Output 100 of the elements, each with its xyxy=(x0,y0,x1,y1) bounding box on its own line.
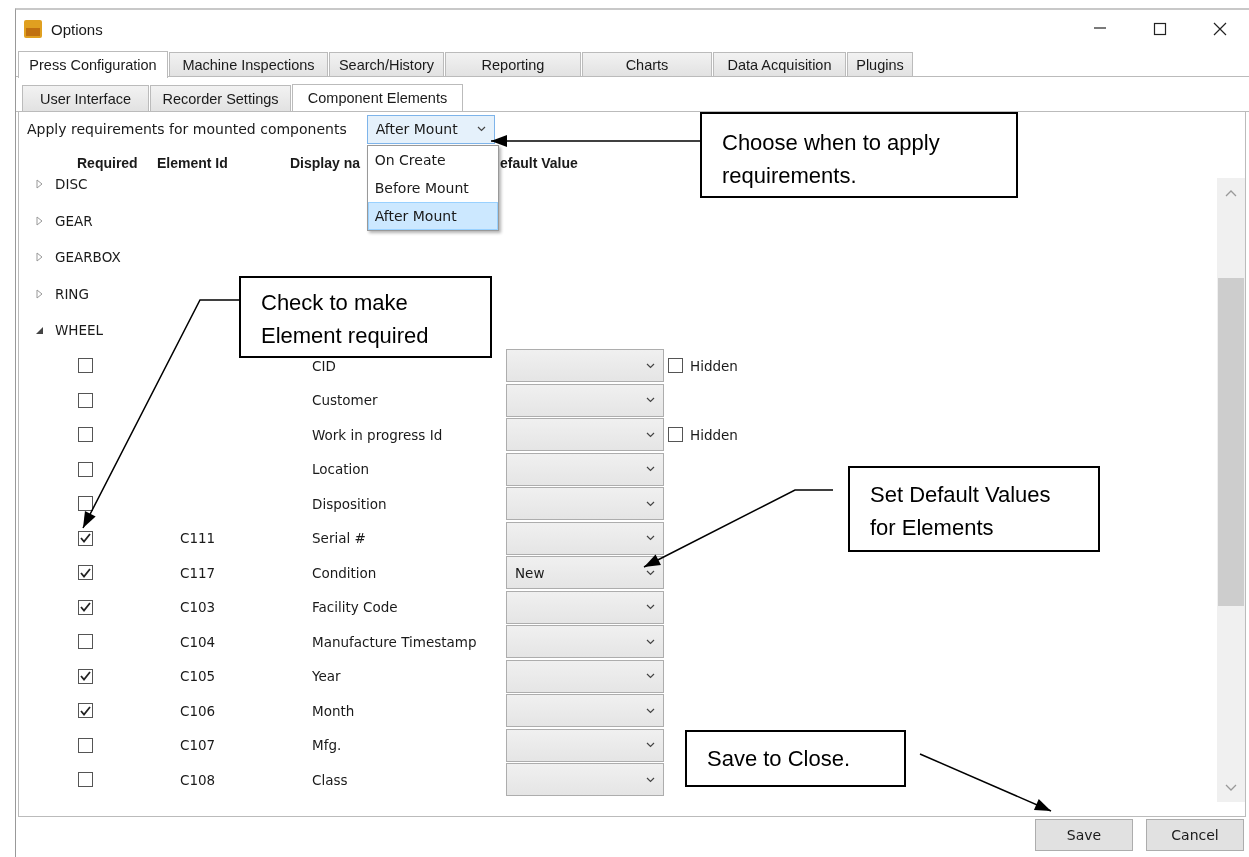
checkbox[interactable] xyxy=(78,668,93,684)
element-id: C103 xyxy=(180,599,217,616)
checkbox[interactable] xyxy=(78,358,93,374)
display-name: Month xyxy=(312,702,356,719)
checkbox-label: Hidden xyxy=(690,357,738,374)
tab[interactable]: Reporting xyxy=(445,52,581,76)
checkbox[interactable] xyxy=(78,530,93,546)
tree-label: WHEEL xyxy=(55,322,104,339)
scroll-up-icon[interactable] xyxy=(1225,189,1237,197)
dropdown-field[interactable] xyxy=(506,590,664,624)
checkbox[interactable] xyxy=(78,565,93,581)
tab[interactable]: Press Configuration xyxy=(18,51,168,78)
element-id: C104 xyxy=(180,633,217,650)
caret-icon xyxy=(646,466,655,473)
display-name: Class xyxy=(312,771,349,788)
tree-label: GEAR xyxy=(55,212,93,229)
tab[interactable]: Recorder Settings xyxy=(150,85,291,111)
caret-icon xyxy=(646,604,655,611)
caret-icon xyxy=(646,431,655,438)
checkbox[interactable] xyxy=(78,427,93,443)
callout: Set Default Values for Elements xyxy=(848,466,1100,552)
element-id: C108 xyxy=(180,771,217,788)
element-id: C106 xyxy=(180,702,217,719)
dropdown-field[interactable] xyxy=(506,418,664,452)
caret-icon xyxy=(646,638,655,645)
tree-label: DISC xyxy=(55,176,88,193)
caret-icon xyxy=(476,126,486,132)
tab[interactable]: Component Elements xyxy=(292,84,463,111)
dropdown-field[interactable] xyxy=(506,383,664,417)
tab[interactable]: Search/History xyxy=(329,52,444,76)
dropdown-field[interactable] xyxy=(506,521,664,555)
caret-icon xyxy=(646,673,655,680)
display-name: Work in progress Id xyxy=(312,426,444,443)
display-name: Condition xyxy=(312,564,378,581)
menu-item[interactable]: Before Mount xyxy=(367,173,498,202)
dropdown-field[interactable] xyxy=(506,349,664,383)
scroll-down-icon[interactable] xyxy=(1225,783,1237,791)
tab[interactable]: Charts xyxy=(582,52,712,76)
checkbox[interactable] xyxy=(78,599,93,615)
dropdown-field[interactable] xyxy=(506,625,664,659)
scrollbar[interactable] xyxy=(1217,178,1245,802)
display-name: Disposition xyxy=(312,495,388,512)
checkbox[interactable] xyxy=(78,737,93,753)
tab[interactable]: User Interface xyxy=(22,85,149,111)
display-name: Facility Code xyxy=(312,599,399,616)
column-header: Required xyxy=(77,155,139,171)
tab[interactable]: Machine Inspections xyxy=(169,52,328,76)
scrollbar-thumb[interactable] xyxy=(1218,278,1244,606)
checkbox-label: Hidden xyxy=(690,426,738,443)
callout: Save to Close. xyxy=(685,730,906,787)
caret-icon xyxy=(646,362,655,369)
dropdown-field[interactable] xyxy=(506,728,664,762)
element-id: C117 xyxy=(180,564,217,581)
caret-icon xyxy=(646,707,655,714)
checkbox[interactable] xyxy=(78,392,93,408)
window-title: Options xyxy=(51,20,103,38)
checkbox[interactable] xyxy=(668,427,683,443)
checkbox[interactable] xyxy=(78,461,93,477)
caret-icon xyxy=(646,776,655,783)
callout: Choose when to apply requirements. xyxy=(700,112,1018,198)
save-button[interactable]: Save xyxy=(1035,819,1133,851)
tree-label: RING xyxy=(55,285,89,302)
column-header: efault Value xyxy=(500,155,578,171)
apply-label: Apply requirements for mounted components xyxy=(27,121,347,137)
maximize-icon[interactable] xyxy=(1153,22,1167,36)
menu-item[interactable]: After Mount xyxy=(367,201,498,230)
display-name: Customer xyxy=(312,392,379,409)
caret-icon xyxy=(646,569,655,576)
element-id: C107 xyxy=(180,737,217,754)
cancel-button[interactable]: Cancel xyxy=(1146,819,1244,851)
dropdown-field[interactable]: New xyxy=(506,556,664,590)
caret-icon xyxy=(646,500,655,507)
checkbox[interactable] xyxy=(78,772,93,788)
display-name: CID xyxy=(312,357,337,374)
triangle-icon[interactable] xyxy=(34,325,44,336)
column-header: Display na xyxy=(290,155,362,171)
display-name: Serial # xyxy=(312,530,367,547)
dropdown-field[interactable] xyxy=(506,452,664,486)
display-name: Location xyxy=(312,461,371,478)
callout: Check to make Element required xyxy=(239,276,492,358)
element-id: C111 xyxy=(180,530,217,547)
display-name: Year xyxy=(312,668,342,685)
display-name: Manufacture Timestamp xyxy=(312,633,478,650)
dropdown-field[interactable] xyxy=(506,763,664,797)
checkbox[interactable] xyxy=(668,358,683,374)
tab[interactable]: Plugins xyxy=(847,52,913,76)
checkbox[interactable] xyxy=(78,634,93,650)
tree-label: GEARBOX xyxy=(55,249,121,266)
dropdown-field[interactable] xyxy=(506,659,664,693)
menu-item[interactable]: On Create xyxy=(367,145,498,174)
element-id: C105 xyxy=(180,668,217,685)
checkbox[interactable] xyxy=(78,496,93,512)
caret-icon xyxy=(646,535,655,542)
checkbox[interactable] xyxy=(78,703,93,719)
caret-icon xyxy=(646,397,655,404)
dropdown-field[interactable] xyxy=(506,487,664,521)
dropdown-field[interactable] xyxy=(506,694,664,728)
app-icon xyxy=(23,19,43,39)
close-icon[interactable] xyxy=(1213,22,1227,36)
tab[interactable]: Data Acquisition xyxy=(713,52,846,76)
